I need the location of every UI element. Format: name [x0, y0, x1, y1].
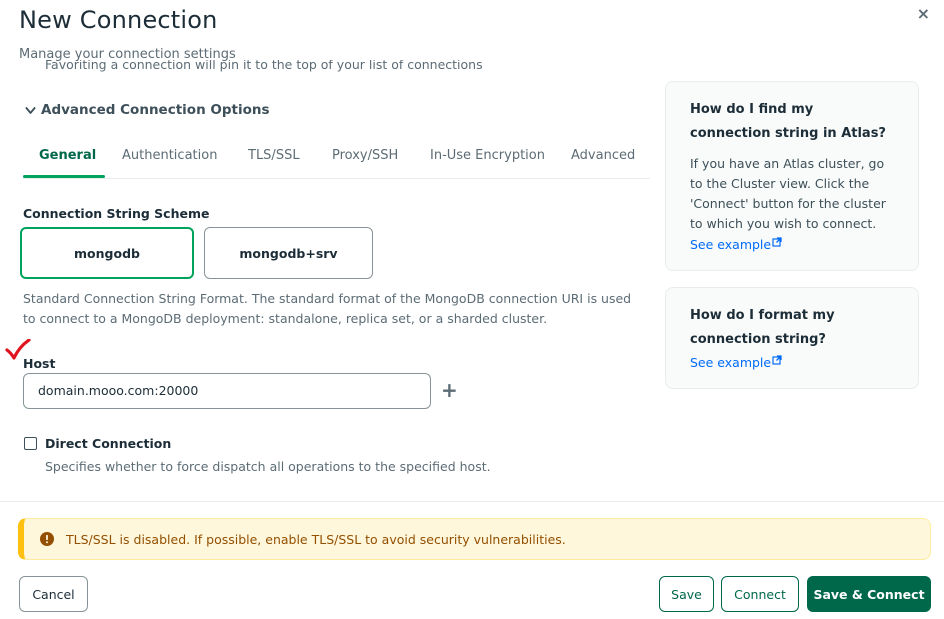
chevron-down-icon [25, 106, 36, 114]
help-card-title: How do I format my connection string? [690, 308, 835, 347]
tab-bar: General Authentication TLS/SSL Proxy/SSH… [23, 140, 650, 179]
cancel-button[interactable]: Cancel [19, 576, 88, 612]
see-example-label: See example [690, 355, 772, 370]
warning-icon [40, 532, 54, 546]
external-link-icon [772, 355, 782, 365]
scheme-mongodb-srv-button[interactable]: mongodb+srv [204, 227, 373, 279]
close-icon[interactable]: × [917, 4, 930, 23]
direct-connection-checkbox[interactable] [24, 437, 37, 450]
add-host-icon[interactable]: + [441, 379, 458, 401]
see-example-link[interactable]: See example [690, 355, 782, 370]
connect-button[interactable]: Connect [721, 576, 799, 612]
save-and-connect-button[interactable]: Save & Connect [807, 576, 931, 612]
tls-warning-banner: TLS/SSL is disabled. If possible, enable… [18, 518, 931, 560]
direct-connection-description: Specifies whether to force dispatch all … [45, 459, 491, 474]
see-example-label: See example [690, 237, 772, 252]
help-card-atlas: How do I find my connection string in At… [665, 81, 919, 271]
advanced-options-toggle[interactable]: Advanced Connection Options [24, 102, 270, 118]
host-label: Host [23, 356, 56, 371]
warning-text: TLS/SSL is disabled. If possible, enable… [66, 531, 566, 547]
footer-divider [0, 501, 944, 502]
scheme-label: Connection String Scheme [23, 206, 210, 221]
help-card-title: How do I find my connection string in At… [690, 102, 886, 141]
tab-tls-ssl[interactable]: TLS/SSL [248, 148, 300, 163]
see-example-link[interactable]: See example [690, 237, 782, 252]
help-card-body: If you have an Atlas cluster, go to the … [690, 156, 886, 231]
help-card-format: How do I format my connection string? Se… [665, 287, 919, 389]
scheme-description: Standard Connection String Format. The s… [23, 291, 632, 326]
tab-general[interactable]: General [39, 148, 96, 163]
direct-connection-label: Direct Connection [45, 436, 172, 451]
save-button[interactable]: Save [659, 576, 714, 612]
tab-advanced[interactable]: Advanced [571, 148, 635, 163]
host-input[interactable]: domain.mooo.com:20000 [23, 373, 431, 409]
favorite-hint-text: Favoriting a connection will pin it to t… [45, 60, 483, 72]
scheme-mongodb-button[interactable]: mongodb [20, 227, 194, 279]
tab-proxy-ssh[interactable]: Proxy/SSH [332, 148, 398, 163]
advanced-options-label: Advanced Connection Options [41, 102, 270, 118]
tab-authentication[interactable]: Authentication [122, 148, 217, 163]
tab-in-use-encryption[interactable]: In-Use Encryption [430, 148, 545, 163]
external-link-icon [772, 237, 782, 247]
modal-title: New Connection [19, 6, 218, 34]
active-tab-indicator [23, 175, 105, 178]
